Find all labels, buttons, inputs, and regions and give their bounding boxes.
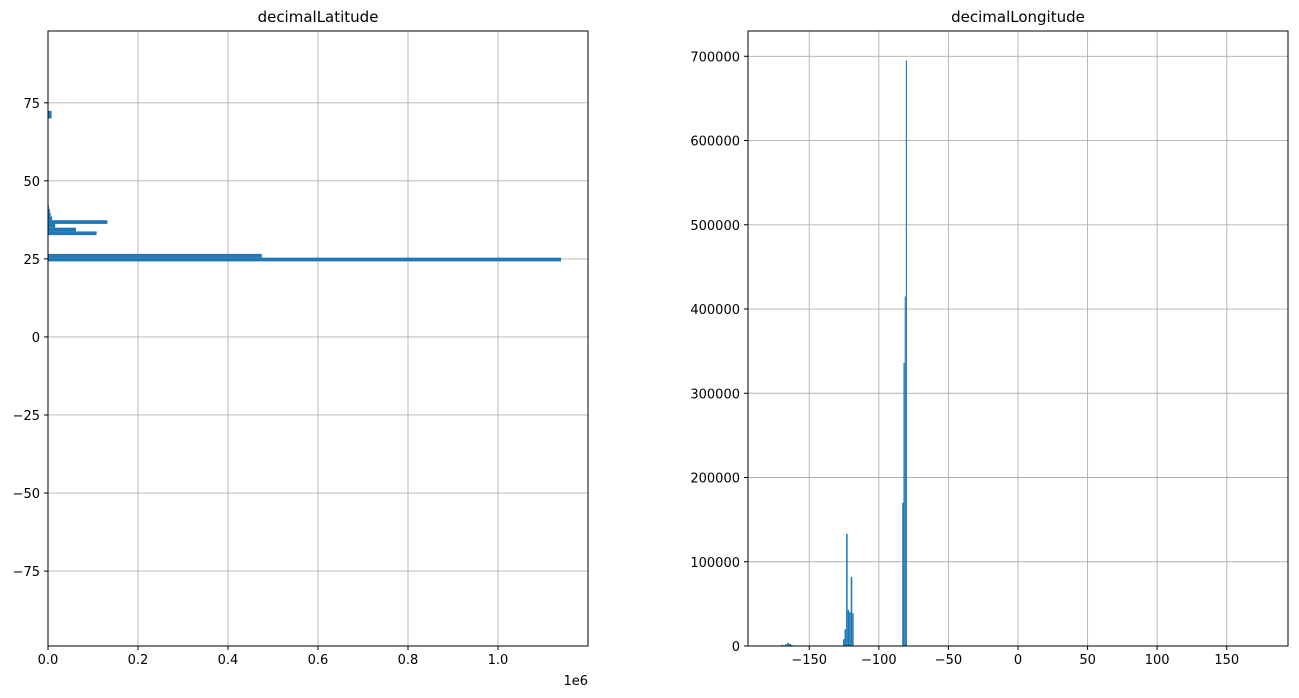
longitude-y-tick-label: 700000 bbox=[690, 50, 740, 65]
longitude-histogram-bar bbox=[905, 60, 907, 646]
latitude-x-offset-label: 1e6 bbox=[563, 674, 588, 689]
longitude-x-tick-label: −50 bbox=[935, 653, 962, 668]
longitude-histogram-axes: decimalLongitude −150 −100 −50 0 50 100 150 0 10… bbox=[690, 8, 1289, 668]
longitude-y-tick-label: 0 bbox=[732, 640, 740, 655]
longitude-x-tick-label: −150 bbox=[791, 653, 827, 668]
latitude-x-tick-label: 0.2 bbox=[128, 653, 149, 668]
latitude-y-tick-label: −75 bbox=[13, 565, 40, 580]
latitude-histogram-bar bbox=[48, 231, 97, 236]
latitude-histogram-bar bbox=[48, 216, 53, 221]
latitude-y-tick-label: 25 bbox=[23, 253, 40, 268]
longitude-histogram-bar bbox=[850, 576, 853, 646]
longitude-y-tick-label: 100000 bbox=[690, 556, 740, 571]
longitude-chart-title: decimalLongitude bbox=[951, 8, 1085, 26]
longitude-histogram-bar bbox=[846, 533, 848, 646]
latitude-histogram-axes: decimalLatitude 0.0 0.2 0.4 0.6 0.8 1.0 75 50 25… bbox=[13, 8, 589, 689]
longitude-histogram-bar bbox=[904, 296, 906, 646]
latitude-histogram-bar bbox=[48, 220, 108, 224]
latitude-y-tick-label: 50 bbox=[23, 175, 40, 190]
latitude-histogram-bar bbox=[48, 227, 76, 232]
longitude-histogram-bar bbox=[849, 612, 851, 646]
longitude-x-tick-label: 50 bbox=[1079, 653, 1096, 668]
latitude-histogram-bar bbox=[48, 257, 561, 262]
latitude-x-tick-label: 0.6 bbox=[308, 653, 329, 668]
latitude-histogram-bar bbox=[48, 253, 262, 258]
longitude-histogram-bar bbox=[852, 613, 854, 646]
latitude-x-tick-label: 0.0 bbox=[38, 653, 59, 668]
latitude-y-tick-label: −25 bbox=[13, 409, 40, 424]
latitude-y-tick-label: 0 bbox=[32, 331, 40, 346]
latitude-x-tick-label: 0.4 bbox=[218, 653, 239, 668]
latitude-histogram-bar bbox=[48, 223, 56, 228]
longitude-x-tick-label: −100 bbox=[861, 653, 897, 668]
longitude-histogram-bar bbox=[844, 629, 847, 646]
latitude-y-tick-label: 75 bbox=[23, 97, 40, 112]
longitude-y-tick-label: 500000 bbox=[690, 219, 740, 234]
latitude-y-tick-label: −50 bbox=[13, 487, 40, 502]
longitude-y-tick-label: 300000 bbox=[690, 387, 740, 402]
longitude-x-tick-label: 100 bbox=[1145, 653, 1170, 668]
longitude-y-tick-label: 600000 bbox=[690, 135, 740, 150]
latitude-histogram-bar bbox=[48, 110, 52, 115]
latitude-histogram-bar bbox=[48, 114, 52, 119]
longitude-x-tick-label: 0 bbox=[1014, 653, 1022, 668]
longitude-x-tick-label: 150 bbox=[1214, 653, 1239, 668]
latitude-chart-title: decimalLatitude bbox=[258, 8, 379, 26]
longitude-histogram-bar bbox=[843, 639, 845, 646]
longitude-y-tick-label: 200000 bbox=[690, 472, 740, 487]
latitude-x-tick-label: 1.0 bbox=[488, 653, 509, 668]
longitude-histogram-bar bbox=[902, 502, 904, 646]
figure: decimalLatitude 0.0 0.2 0.4 0.6 0.8 1.0 75 50 25… bbox=[13, 8, 1289, 689]
longitude-histogram-bar bbox=[903, 362, 905, 646]
latitude-x-tick-label: 0.8 bbox=[398, 653, 419, 668]
longitude-y-tick-label: 400000 bbox=[690, 303, 740, 318]
longitude-histogram-bar bbox=[847, 609, 850, 646]
